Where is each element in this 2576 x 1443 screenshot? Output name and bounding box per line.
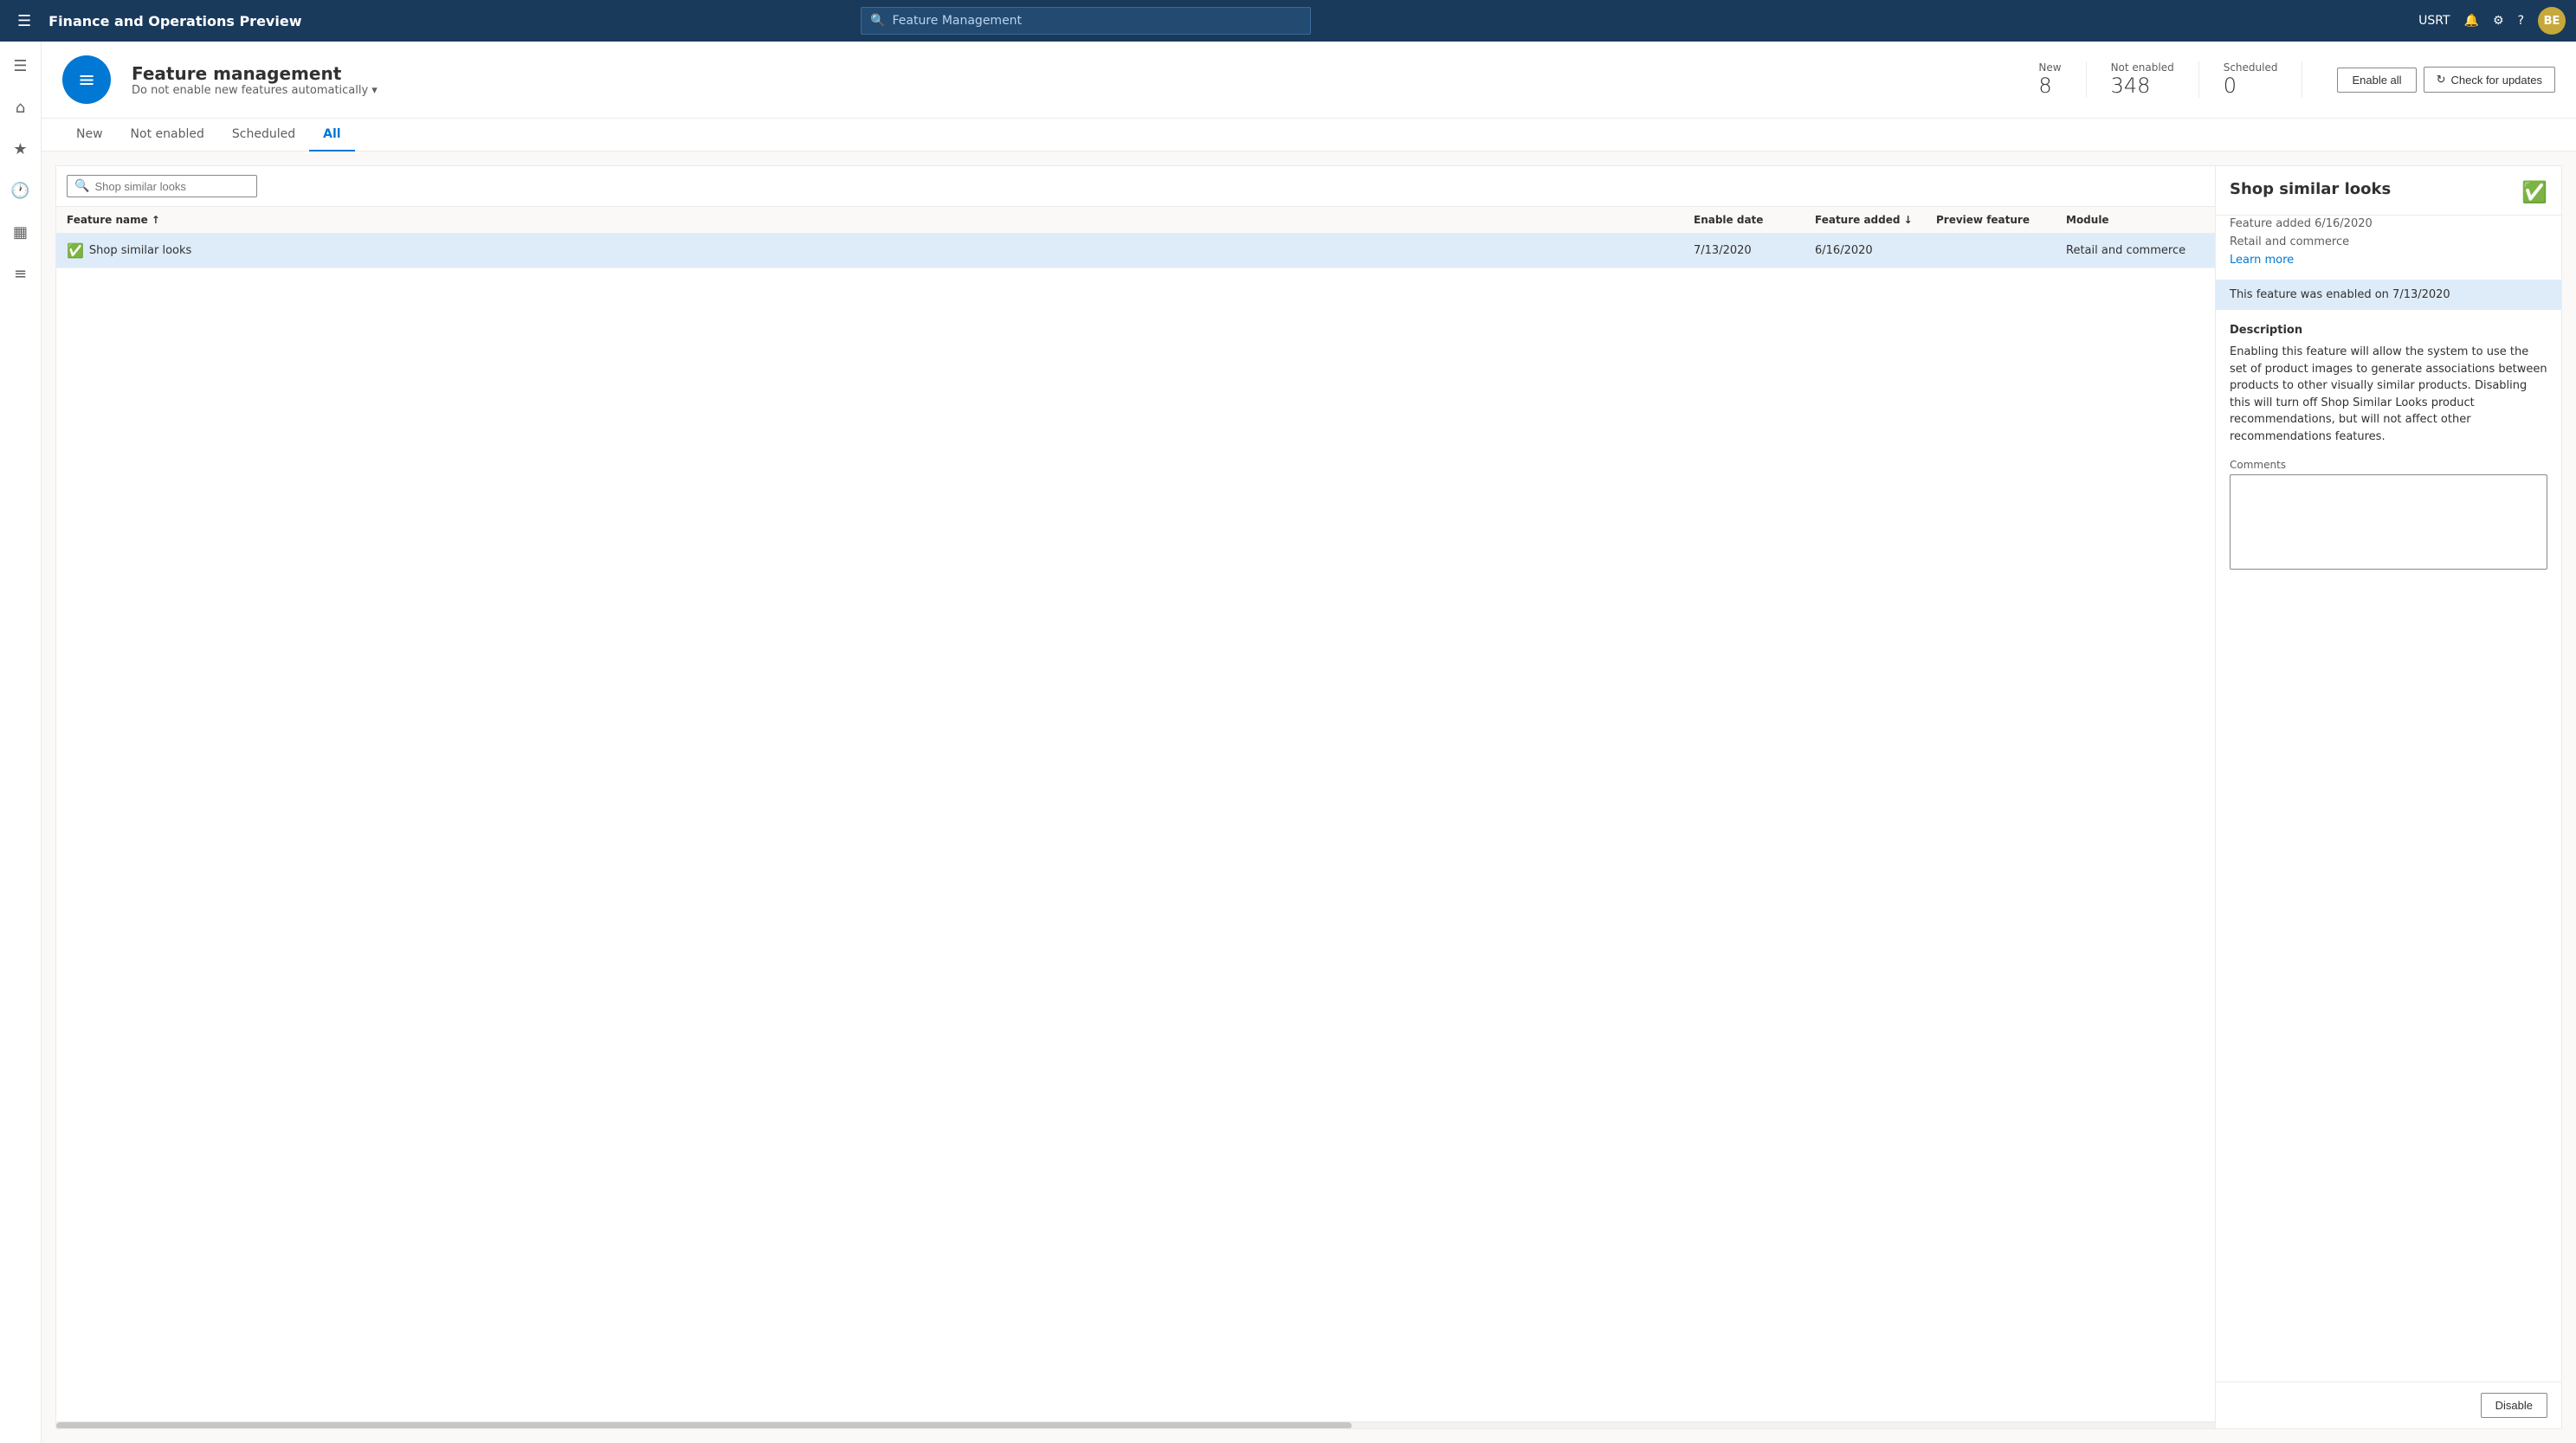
- list-search: 🔍: [56, 166, 2215, 207]
- cell-enable-date: 7/13/2020: [1694, 244, 1815, 257]
- stat-new-label: New: [2038, 61, 2061, 74]
- feature-management-icon: ≡: [78, 68, 95, 92]
- detail-meta: Feature added 6/16/2020 Retail and comme…: [2216, 216, 2561, 280]
- search-input[interactable]: [94, 180, 249, 193]
- col-enable-date-label: Enable date: [1694, 214, 1763, 226]
- detail-feature-added: Feature added 6/16/2020: [2230, 216, 2547, 234]
- subtitle-text: Do not enable new features automatically: [132, 84, 368, 97]
- enabled-banner-text: This feature was enabled on 7/13/2020: [2230, 288, 2450, 301]
- sort-asc-icon: ↑: [152, 214, 160, 226]
- notifications-icon[interactable]: 🔔: [2464, 14, 2479, 28]
- avatar[interactable]: BE: [2538, 7, 2566, 35]
- search-icon: 🔍: [870, 14, 885, 28]
- search-box[interactable]: 🔍: [67, 175, 257, 197]
- header-actions: Enable all ↻ Check for updates: [2337, 67, 2555, 93]
- comments-label: Comments: [2230, 459, 2547, 471]
- list-body: ✅ Shop similar looks 7/13/2020 6/16/2020…: [56, 234, 2215, 1421]
- col-feature-name[interactable]: Feature name ↑: [67, 214, 1694, 226]
- col-module-label: Module: [2066, 214, 2109, 226]
- stat-new-value: 8: [2038, 74, 2061, 99]
- col-enable-date[interactable]: Enable date: [1694, 214, 1815, 226]
- topbar-menu-icon[interactable]: ☰: [10, 9, 38, 34]
- detail-enabled-banner: This feature was enabled on 7/13/2020: [2216, 280, 2561, 310]
- description-title: Description: [2230, 324, 2547, 337]
- detail-description: Enabling this feature will allow the sys…: [2230, 344, 2547, 445]
- search-icon: 🔍: [74, 179, 89, 193]
- stat-scheduled-value: 0: [2224, 74, 2278, 99]
- page-subtitle[interactable]: Do not enable new features automatically…: [132, 84, 2018, 97]
- list-panel: 🔍 Feature name ↑ Enable date Feature add…: [55, 165, 2216, 1429]
- enable-all-button[interactable]: Enable all: [2337, 68, 2416, 93]
- cell-feature-added: 6/16/2020: [1815, 244, 1936, 257]
- col-preview-feature-label: Preview feature: [1936, 214, 2030, 226]
- tab-all[interactable]: All: [309, 119, 354, 151]
- stat-new: New 8: [2038, 61, 2086, 99]
- check-updates-label: Check for updates: [2450, 74, 2542, 87]
- settings-icon[interactable]: ⚙: [2493, 14, 2504, 28]
- tab-not-enabled[interactable]: Not enabled: [117, 119, 218, 151]
- topbar-search-text: Feature Management: [892, 14, 1022, 28]
- topbar-right: USRT 🔔 ⚙ ? BE: [2418, 7, 2566, 35]
- stat-not-enabled-label: Not enabled: [2111, 61, 2174, 74]
- detail-body: Description Enabling this feature will a…: [2216, 310, 2561, 1382]
- scrollbar-track[interactable]: [56, 1421, 2215, 1428]
- sidebar-item-recent[interactable]: 🕐: [3, 173, 38, 208]
- sidebar-item-menu[interactable]: ☰: [3, 48, 38, 83]
- cell-feature-name: ✅ Shop similar looks: [67, 242, 1694, 259]
- topbar-search[interactable]: 🔍 Feature Management: [861, 7, 1311, 35]
- stat-not-enabled: Not enabled 348: [2087, 61, 2199, 99]
- topbar-user-label: USRT: [2418, 14, 2450, 28]
- check-updates-button[interactable]: ↻ Check for updates: [2424, 67, 2555, 93]
- col-preview-feature[interactable]: Preview feature: [1936, 214, 2066, 226]
- refresh-icon: ↻: [2437, 73, 2446, 87]
- tabs: New Not enabled Scheduled All: [42, 119, 2576, 151]
- col-feature-added[interactable]: Feature added ↓: [1815, 214, 1936, 226]
- feature-name-text: Shop similar looks: [89, 244, 191, 257]
- detail-title: Shop similar looks: [2230, 180, 2521, 198]
- detail-footer: Disable: [2216, 1382, 2561, 1428]
- sidebar-item-modules[interactable]: ≡: [3, 256, 38, 291]
- sort-desc-icon: ↓: [1903, 214, 1912, 226]
- scrollbar-thumb[interactable]: [56, 1422, 1352, 1429]
- table-row[interactable]: ✅ Shop similar looks 7/13/2020 6/16/2020…: [56, 234, 2215, 268]
- col-module[interactable]: Module: [2066, 214, 2205, 226]
- detail-enabled-icon: ✅: [2521, 180, 2547, 204]
- content-area: ≡ Feature management Do not enable new f…: [42, 42, 2576, 1443]
- sidebar: ☰ ⌂ ★ 🕐 ▦ ≡: [0, 42, 42, 1443]
- page-title-group: Feature management Do not enable new fea…: [132, 63, 2018, 97]
- stat-not-enabled-value: 348: [2111, 74, 2174, 99]
- tab-new[interactable]: New: [62, 119, 117, 151]
- topbar-title: Finance and Operations Preview: [48, 13, 301, 29]
- header-stats: New 8 Not enabled 348 Scheduled 0: [2038, 61, 2302, 99]
- chevron-down-icon: ▾: [371, 84, 378, 97]
- enabled-check-icon: ✅: [67, 242, 84, 259]
- learn-more-link[interactable]: Learn more: [2230, 252, 2547, 270]
- sidebar-item-favorites[interactable]: ★: [3, 132, 38, 166]
- help-icon[interactable]: ?: [2518, 14, 2524, 28]
- col-feature-name-label: Feature name: [67, 214, 148, 226]
- page-icon: ≡: [62, 55, 111, 104]
- detail-module: Retail and commerce: [2230, 234, 2547, 252]
- stat-scheduled-label: Scheduled: [2224, 61, 2278, 74]
- comments-textarea[interactable]: [2230, 474, 2547, 570]
- topbar: ☰ Finance and Operations Preview 🔍 Featu…: [0, 0, 2576, 42]
- detail-header: Shop similar looks ✅: [2216, 166, 2561, 216]
- detail-panel: Shop similar looks ✅ Feature added 6/16/…: [2216, 165, 2562, 1429]
- page-title: Feature management: [132, 63, 2018, 84]
- stat-scheduled: Scheduled 0: [2199, 61, 2303, 99]
- col-feature-added-label: Feature added: [1815, 214, 1900, 226]
- table-header: Feature name ↑ Enable date Feature added…: [56, 207, 2215, 234]
- tab-scheduled[interactable]: Scheduled: [218, 119, 309, 151]
- main-content: 🔍 Feature name ↑ Enable date Feature add…: [42, 151, 2576, 1443]
- sidebar-item-workspaces[interactable]: ▦: [3, 215, 38, 249]
- main-layout: ☰ ⌂ ★ 🕐 ▦ ≡ ≡ Feature management Do not …: [0, 42, 2576, 1443]
- page-header: ≡ Feature management Do not enable new f…: [42, 42, 2576, 119]
- disable-button[interactable]: Disable: [2481, 1393, 2547, 1418]
- sidebar-item-home[interactable]: ⌂: [3, 90, 38, 125]
- cell-module: Retail and commerce: [2066, 244, 2205, 257]
